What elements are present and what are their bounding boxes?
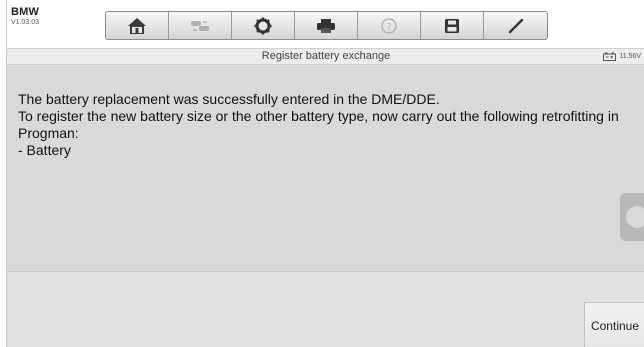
toolbar-button-group: ? — [105, 11, 548, 40]
help-icon: ? — [381, 17, 397, 34]
print-button[interactable] — [295, 12, 358, 39]
printer-icon — [317, 18, 335, 33]
gear-icon — [254, 17, 272, 34]
app-version: V1.03.03 — [11, 19, 40, 26]
car-swap-icon — [191, 20, 209, 31]
settings-button[interactable] — [232, 12, 295, 39]
home-icon — [128, 17, 146, 34]
brand-block: BMW V1.03.03 — [11, 6, 91, 26]
continue-button[interactable]: Continue — [584, 302, 644, 347]
battery-voltage: 11.56V — [619, 53, 641, 60]
battery-indicator: 11.56V — [603, 52, 641, 61]
home-button[interactable] — [106, 12, 169, 39]
bottom-bar: Continue — [7, 271, 644, 347]
side-handle[interactable] — [620, 193, 644, 241]
top-toolbar: BMW V1.03.03 ? — [7, 0, 644, 48]
page-title: Register battery exchange — [261, 50, 391, 62]
vehicle-swap-button[interactable] — [169, 12, 232, 39]
save-button[interactable] — [421, 12, 484, 39]
pen-icon — [508, 18, 523, 33]
help-button[interactable]: ? — [358, 12, 421, 39]
floppy-disk-icon — [445, 18, 459, 33]
edit-button[interactable] — [484, 12, 547, 39]
svg-text:?: ? — [386, 22, 391, 33]
message-text: The battery replacement was successfully… — [18, 91, 619, 158]
app-frame: BMW V1.03.03 ? Register battery exchange… — [6, 0, 644, 347]
battery-icon — [603, 52, 617, 61]
brand-name: BMW — [11, 6, 40, 18]
title-bar: Register battery exchange 11.56V — [7, 48, 644, 65]
